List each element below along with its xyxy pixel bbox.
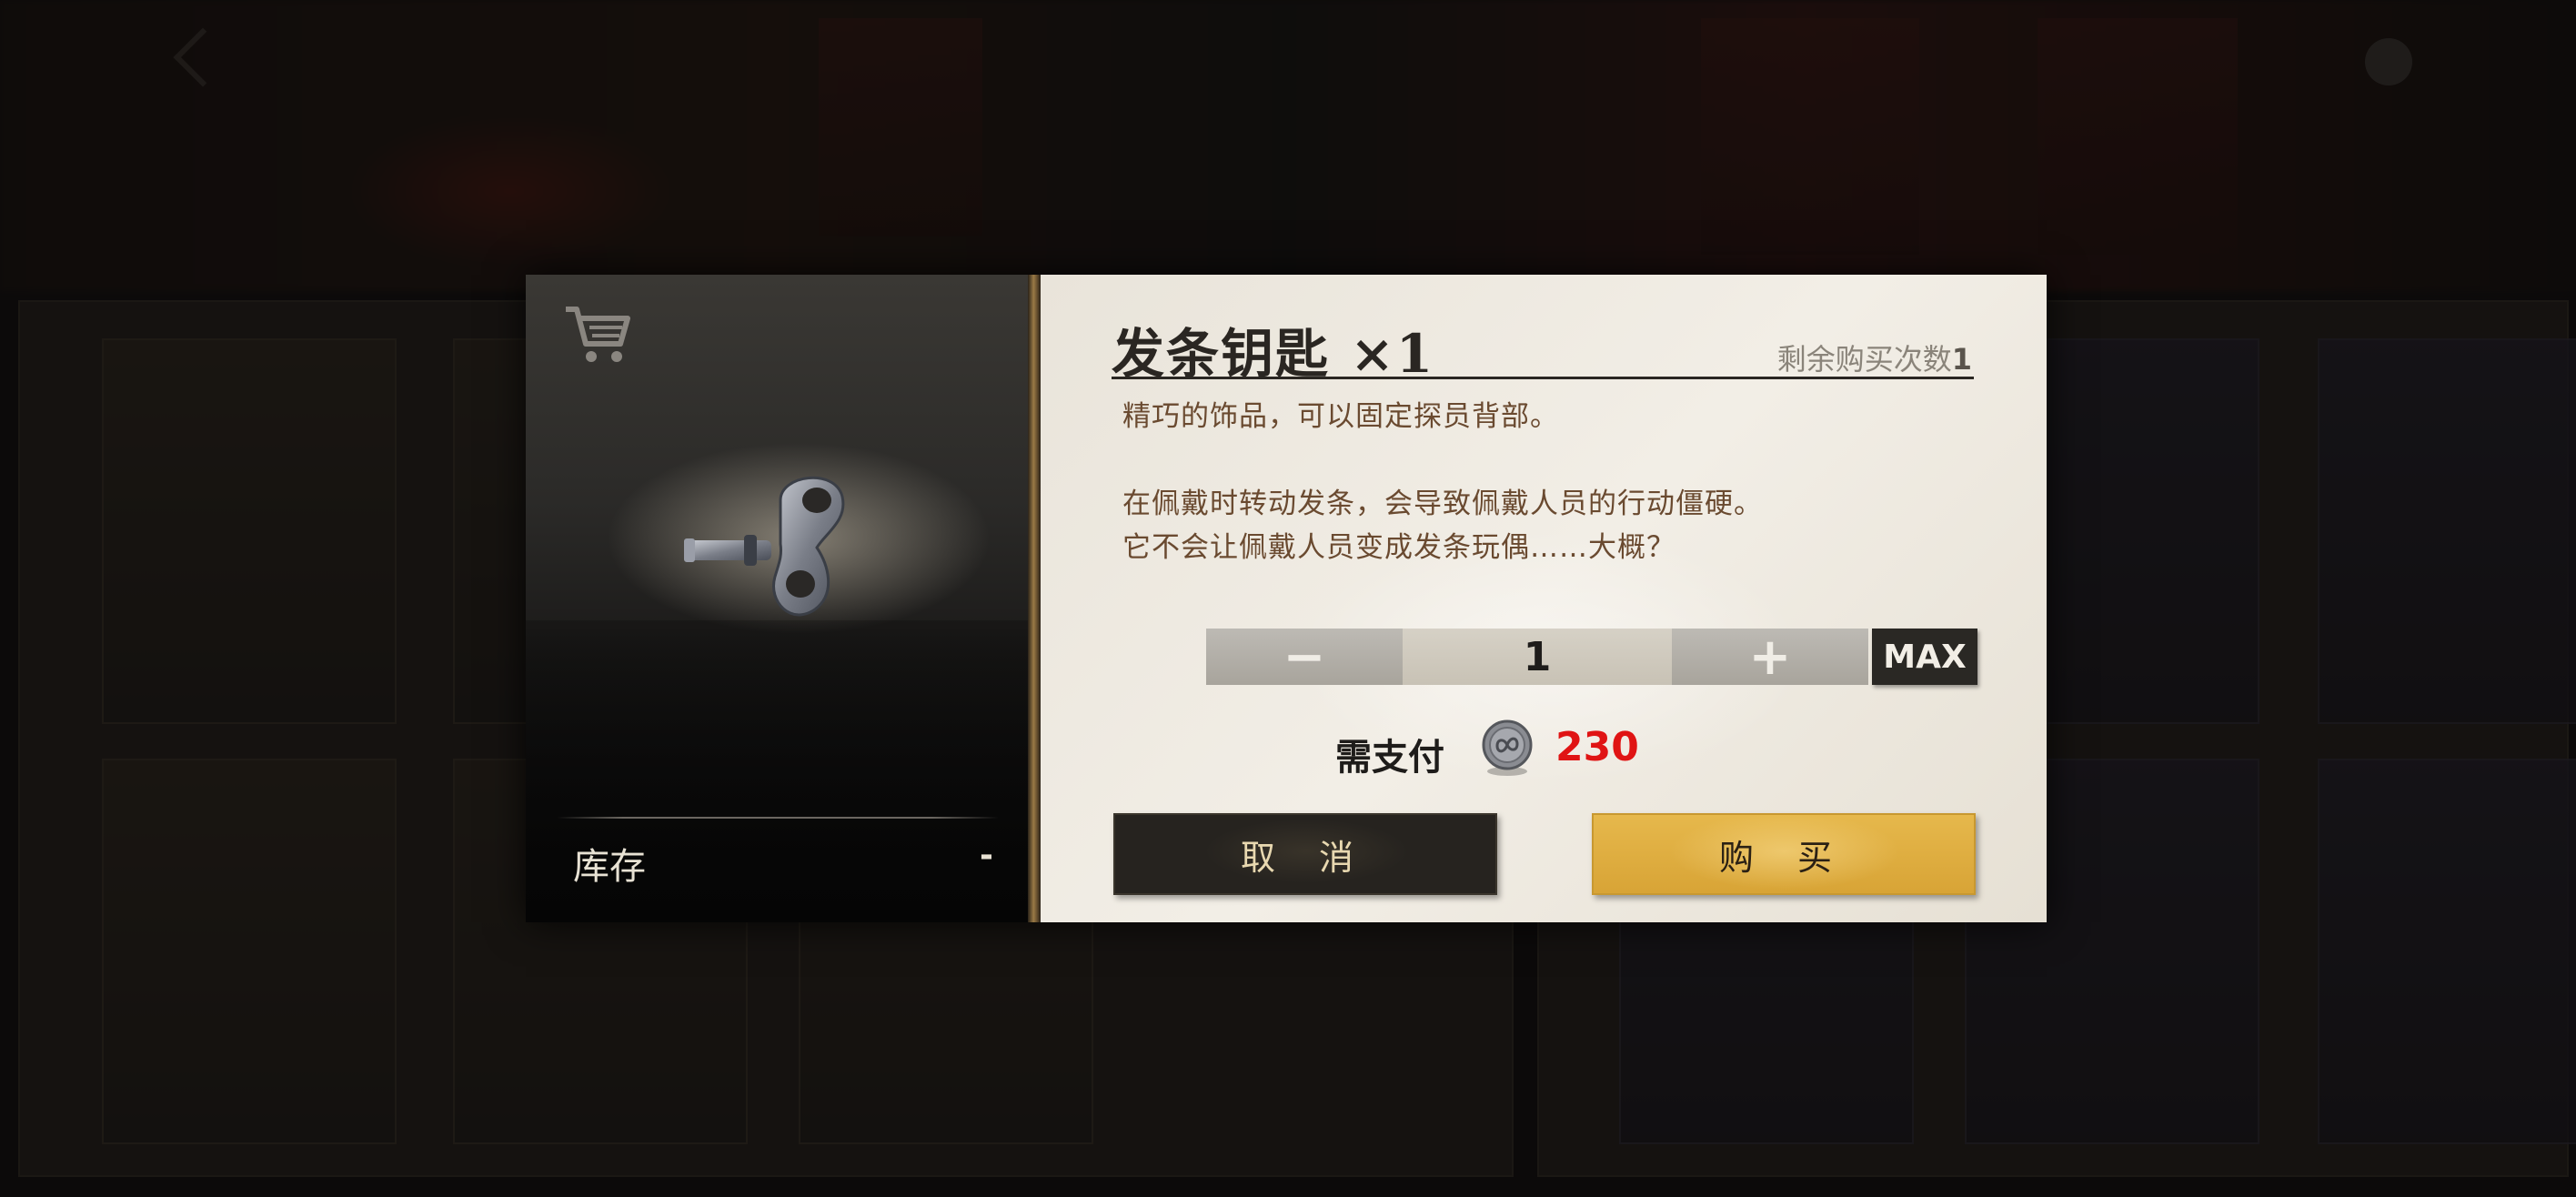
payment-label: 需支付 xyxy=(1335,736,1444,779)
remaining-label: 剩余购买次数 xyxy=(1776,342,1952,377)
cancel-button[interactable]: 取 消 xyxy=(1113,813,1497,895)
stock-label: 库存 xyxy=(573,846,646,888)
description-line: 精巧的饰品，可以固定探员背部。 xyxy=(1122,400,1559,433)
divider-bar xyxy=(1028,275,1041,922)
stock-divider xyxy=(557,817,999,819)
max-quantity-button[interactable]: MAX xyxy=(1872,629,1977,685)
stock-value: - xyxy=(980,837,993,874)
remaining-count: 1 xyxy=(1951,342,1972,377)
description-line: 在佩戴时转动发条，会导致佩戴人员的行动僵硬。 xyxy=(1122,488,1763,520)
windup-key-icon xyxy=(684,476,845,617)
title-divider xyxy=(1112,377,1974,379)
increase-quantity-button[interactable]: + xyxy=(1672,628,1868,687)
item-description: 精巧的饰品，可以固定探员背部。 在佩戴时转动发条，会导致佩戴人员的行动僵硬。 它… xyxy=(1122,395,1941,569)
shopping-cart-icon xyxy=(566,307,630,362)
description-line: 它不会让佩戴人员变成发条玩偶……大概？ xyxy=(1122,531,1675,564)
item-details-panel: 发条钥匙 ×1 剩余购买次数1 精巧的饰品，可以固定探员背部。 在佩戴时转动发条… xyxy=(1041,275,2047,922)
description-line xyxy=(1122,438,1941,482)
item-preview-panel: 库存 - xyxy=(526,275,1028,922)
remaining-purchases: 剩余购买次数1 xyxy=(1777,337,1972,378)
purchase-dialog: 库存 - 发条钥匙 ×1 剩余购买次数1 精巧的饰品，可以固定探员背部。 在佩戴… xyxy=(526,275,2047,922)
buy-button[interactable]: 购 买 xyxy=(1592,813,1976,895)
quantity-stepper: − 1 + MAX xyxy=(1206,628,1977,687)
coin-icon xyxy=(1482,719,1533,776)
payment-amount: 230 xyxy=(1555,724,1639,770)
quantity-value: 1 xyxy=(1403,629,1672,685)
decrease-quantity-button[interactable]: − xyxy=(1206,628,1403,687)
